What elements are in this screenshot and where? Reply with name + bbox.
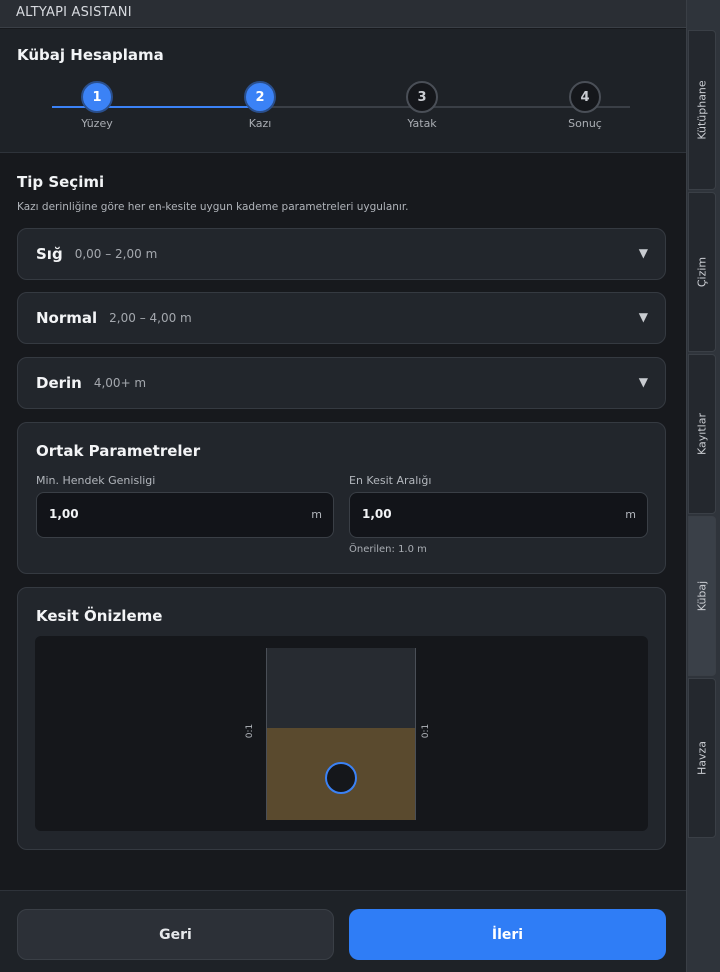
step-label: Sonuç [568, 117, 602, 130]
accordion-name: Normal [36, 309, 98, 327]
trench-upper [266, 648, 416, 728]
step-label: Yüzey [81, 117, 113, 130]
chevron-down-icon: ▼ [638, 375, 648, 389]
sidebar-tab-label: Kayıtlar [695, 413, 709, 455]
page-title: Kübaj Hesaplama [17, 46, 164, 64]
type-selection-description: Kazı derinliğine göre her en-kesite uygu… [17, 201, 409, 213]
accordion-range: 4,00+ m [93, 376, 147, 390]
preview-title: Kesit Önizleme [36, 607, 163, 625]
sidebar-tab-label: Kütüphane [695, 80, 709, 140]
footer: Geri İleri [0, 890, 686, 972]
sidebar-tab-label: Çizim [695, 256, 709, 288]
accordion-deep[interactable]: Derin 4,00+ m ▼ [17, 357, 666, 409]
sidebar: Kütüphane Çizim Kayıtlar Kübaj Havza [686, 0, 720, 972]
wizard-header: Kübaj Hesaplama 1 Yüzey 2 Kazı 3 Yatak 4… [0, 29, 686, 153]
step-number: 1 [81, 81, 113, 113]
preview-card: Kesit Önizleme 0:1 0:1 [17, 587, 666, 850]
section-interval-input[interactable]: 1,00 m [349, 492, 648, 538]
app-title: ALTYAPI ASISTANI [0, 0, 686, 28]
pipe-icon [325, 762, 357, 794]
common-params-title: Ortak Parametreler [36, 442, 201, 460]
min-width-input[interactable]: 1,00 m [36, 492, 334, 538]
sidebar-tab-library[interactable]: Kütüphane [688, 30, 716, 190]
common-params-card: Ortak Parametreler Min. Hendek Genisligi… [17, 422, 666, 574]
step-number: 4 [569, 81, 601, 113]
sidebar-tab-label: Kübaj [695, 580, 709, 612]
section-interval-label: En Kesit Aralığı [349, 474, 432, 487]
stepper: 1 Yüzey 2 Kazı 3 Yatak 4 Sonuç [52, 81, 630, 141]
sidebar-tab-label: Havza [695, 740, 709, 776]
slope-right-label: 0:1 [421, 723, 432, 739]
back-button[interactable]: Geri [17, 909, 334, 960]
next-button[interactable]: İleri [349, 909, 666, 960]
type-selection-title: Tip Seçimi [17, 173, 105, 191]
accordion-normal[interactable]: Normal 2,00 – 4,00 m ▼ [17, 292, 666, 344]
cross-section-preview: 0:1 0:1 [35, 636, 648, 831]
accordion-range: 2,00 – 4,00 m [109, 311, 192, 325]
section-interval-hint: Önerilen: 1.0 m [349, 544, 427, 555]
sidebar-tab-basin[interactable]: Havza [688, 678, 716, 838]
step-number: 3 [406, 81, 438, 113]
sidebar-tab-records[interactable]: Kayıtlar [688, 354, 716, 514]
main-panel: ALTYAPI ASISTANI Kübaj Hesaplama 1 Yüzey… [0, 0, 686, 972]
accordion-name: Sığ [36, 245, 63, 263]
step-number: 2 [244, 81, 276, 113]
step-surface[interactable]: 1 Yüzey [57, 81, 137, 130]
accordion-range: 0,00 – 2,00 m [74, 247, 158, 261]
min-width-label: Min. Hendek Genisligi [36, 474, 156, 487]
slope-left-label: 0:1 [245, 723, 256, 739]
chevron-down-icon: ▼ [638, 246, 648, 260]
step-label: Kazı [248, 117, 272, 130]
section-interval-value: 1,00 [362, 507, 392, 521]
section-interval-unit: m [625, 508, 636, 521]
step-label: Yatak [407, 117, 437, 130]
step-bedding[interactable]: 3 Yatak [382, 81, 462, 130]
min-width-value: 1,00 [49, 507, 79, 521]
sidebar-tab-kubaj[interactable]: Kübaj [688, 516, 716, 676]
accordion-shallow[interactable]: Sığ 0,00 – 2,00 m ▼ [17, 228, 666, 280]
min-width-unit: m [311, 508, 322, 521]
step-excavation[interactable]: 2 Kazı [220, 81, 300, 130]
accordion-name: Derin [36, 374, 82, 392]
chevron-down-icon: ▼ [638, 310, 648, 324]
step-result[interactable]: 4 Sonuç [545, 81, 625, 130]
sidebar-tab-drawing[interactable]: Çizim [688, 192, 716, 352]
